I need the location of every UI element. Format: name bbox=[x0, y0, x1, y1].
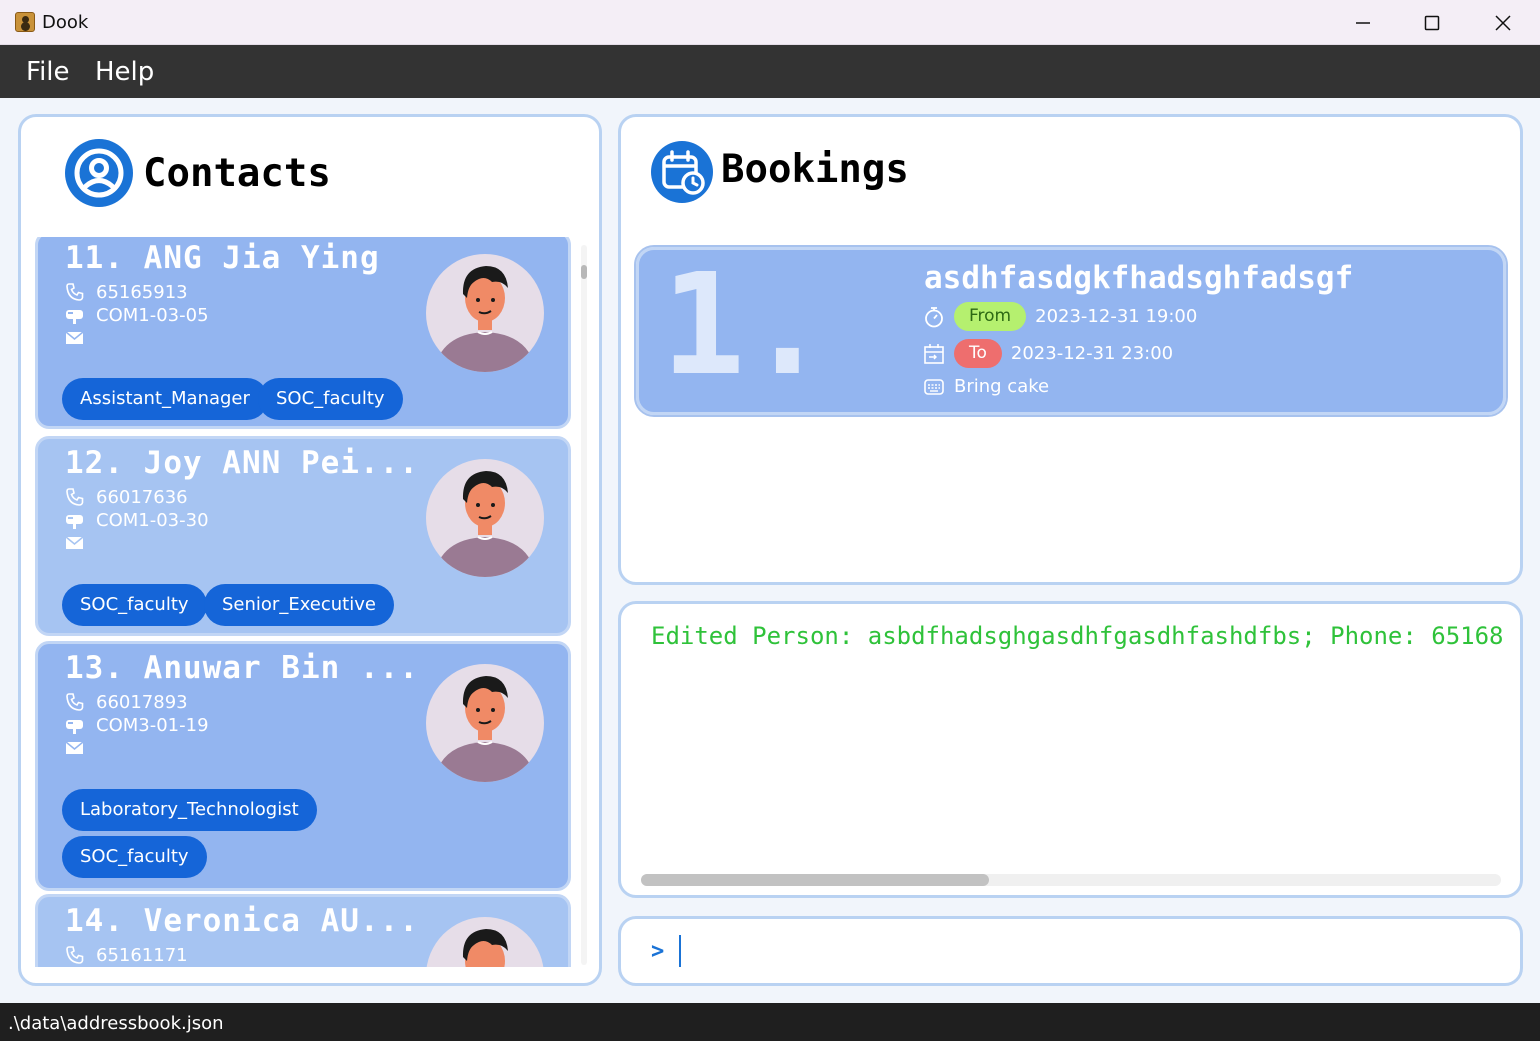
contact-phone: 65161171 bbox=[96, 944, 188, 966]
contact-card[interactable]: 13. Anuwar Bin ... 66017893 COM3-01-19 L… bbox=[35, 641, 571, 891]
contact-phone: 66017893 bbox=[96, 691, 188, 713]
contact-address-row: COM1-03-30 bbox=[65, 509, 209, 531]
calendar-clock-icon bbox=[651, 141, 713, 203]
phone-icon bbox=[66, 283, 84, 301]
contacts-scrollbar-thumb[interactable] bbox=[581, 265, 587, 279]
status-bar: .\data\addressbook.json bbox=[0, 1003, 1540, 1041]
contacts-scrollbar[interactable] bbox=[581, 245, 587, 965]
tag[interactable]: SOC_faculty bbox=[62, 836, 207, 878]
from-badge: From bbox=[954, 302, 1027, 331]
booking-card[interactable]: 1. asdhfasdgkfhadsghfadsgf From 2023-12-… bbox=[634, 244, 1508, 417]
envelope-icon bbox=[65, 536, 84, 549]
contacts-icon bbox=[65, 139, 133, 207]
tag[interactable]: Laboratory_Technologist bbox=[62, 789, 317, 831]
to-badge: To bbox=[954, 339, 1002, 368]
booking-to: 2023-12-31 23:00 bbox=[1010, 343, 1174, 364]
contact-address: COM3-01-19 bbox=[96, 714, 209, 736]
calendar-end-icon bbox=[924, 343, 944, 364]
contact-card[interactable]: 14. Veronica AU... 65161171 bbox=[35, 894, 571, 967]
booking-note-row: Bring cake bbox=[924, 376, 1049, 397]
contact-address-row: COM1-03-05 bbox=[65, 304, 209, 326]
contact-phone-row: 66017893 bbox=[65, 691, 188, 713]
status-file-path: .\data\addressbook.json bbox=[8, 1013, 224, 1034]
contact-phone-row: 66017636 bbox=[65, 486, 188, 508]
menu-bar: File Help bbox=[0, 45, 1540, 98]
result-message: Edited Person: asbdfhadsghgasdhfgasdhfas… bbox=[651, 622, 1504, 650]
booking-index: 1. bbox=[661, 244, 830, 407]
app-icon bbox=[15, 12, 35, 32]
envelope-icon bbox=[65, 741, 84, 754]
command-caret bbox=[679, 935, 681, 967]
result-scrollbar-thumb[interactable] bbox=[641, 874, 989, 886]
booking-title: asdhfasdgkfhadsghfadsgf bbox=[924, 260, 1354, 296]
menu-help[interactable]: Help bbox=[95, 57, 154, 87]
phone-icon bbox=[66, 946, 84, 964]
contact-list[interactable]: 11. ANG Jia Ying 65165913 COM1-03-05 Ass… bbox=[35, 237, 577, 967]
bookings-title: Bookings bbox=[721, 147, 909, 192]
contact-name: 14. Veronica AU... bbox=[65, 903, 419, 939]
mailbox-icon bbox=[66, 310, 83, 324]
contacts-panel: Contacts 11. ANG Jia Ying 65165913 COM1-… bbox=[18, 114, 602, 986]
tag[interactable]: Assistant_Manager bbox=[62, 378, 268, 420]
window-title: Dook bbox=[42, 12, 89, 33]
booking-from-row: From 2023-12-31 19:00 bbox=[924, 302, 1197, 331]
envelope-icon bbox=[65, 331, 84, 344]
booking-note: Bring cake bbox=[954, 376, 1050, 397]
contact-name: 13. Anuwar Bin ... bbox=[65, 650, 419, 686]
command-box[interactable]: > bbox=[618, 916, 1523, 986]
minimize-button[interactable] bbox=[1340, 8, 1386, 38]
title-bar: Dook bbox=[0, 0, 1540, 45]
minimize-icon bbox=[1356, 22, 1370, 24]
phone-icon bbox=[66, 488, 84, 506]
contact-email-row bbox=[65, 327, 96, 349]
booking-to-row: To 2023-12-31 23:00 bbox=[924, 339, 1173, 368]
contact-address-row: COM3-01-19 bbox=[65, 714, 209, 736]
contacts-title: Contacts bbox=[143, 151, 331, 196]
contact-phone-row: 65165913 bbox=[65, 281, 188, 303]
contact-address: COM1-03-30 bbox=[96, 509, 209, 531]
avatar bbox=[426, 254, 544, 372]
contact-name: 11. ANG Jia Ying bbox=[65, 240, 380, 276]
menu-file[interactable]: File bbox=[26, 57, 70, 87]
maximize-button[interactable] bbox=[1409, 8, 1455, 38]
stopwatch-icon bbox=[925, 306, 943, 327]
mailbox-icon bbox=[66, 515, 83, 529]
booking-from: 2023-12-31 19:00 bbox=[1035, 306, 1198, 327]
contact-email-row bbox=[65, 532, 96, 554]
contact-phone-row: 65161171 bbox=[65, 944, 188, 966]
bookings-panel: Bookings 1. asdhfasdgkfhadsghfadsgf From… bbox=[618, 114, 1523, 585]
contact-email-row bbox=[65, 737, 96, 759]
mailbox-icon bbox=[66, 720, 83, 734]
close-icon bbox=[1495, 15, 1511, 31]
tag[interactable]: SOC_faculty bbox=[62, 584, 207, 626]
contact-phone: 65165913 bbox=[96, 281, 188, 303]
result-panel: Edited Person: asbdfhadsghgasdhfgasdhfas… bbox=[618, 601, 1523, 898]
avatar bbox=[426, 664, 544, 782]
contact-address: COM1-03-05 bbox=[96, 304, 209, 326]
maximize-icon bbox=[1424, 15, 1440, 31]
contact-card[interactable]: 11. ANG Jia Ying 65165913 COM1-03-05 Ass… bbox=[35, 237, 571, 429]
command-prompt: > bbox=[651, 939, 665, 964]
main-content: Contacts 11. ANG Jia Ying 65165913 COM1-… bbox=[0, 98, 1540, 1003]
contact-phone: 66017636 bbox=[96, 486, 188, 508]
tag[interactable]: SOC_faculty bbox=[258, 378, 403, 420]
avatar bbox=[426, 917, 544, 967]
keyboard-icon bbox=[924, 378, 944, 395]
phone-icon bbox=[66, 693, 84, 711]
contact-name: 12. Joy ANN Pei... bbox=[65, 445, 419, 481]
close-button[interactable] bbox=[1480, 8, 1526, 38]
result-scrollbar[interactable] bbox=[641, 874, 1501, 886]
contact-card[interactable]: 12. Joy ANN Pei... 66017636 COM1-03-30 S… bbox=[35, 436, 571, 636]
avatar bbox=[426, 459, 544, 577]
tag[interactable]: Senior_Executive bbox=[204, 584, 394, 626]
